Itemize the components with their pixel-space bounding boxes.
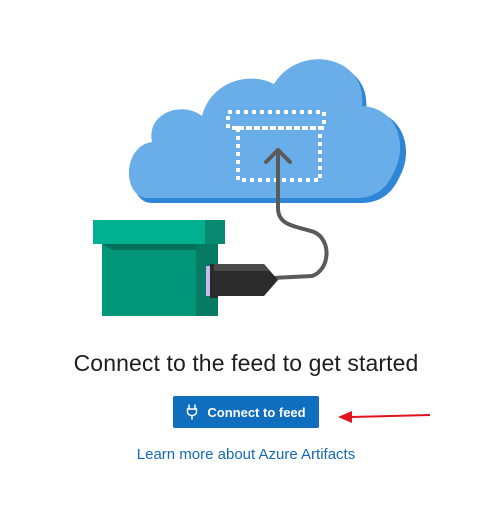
connect-to-feed-label: Connect to feed <box>207 404 306 420</box>
red-annotation-arrow-icon <box>338 411 431 423</box>
learn-more-azure-artifacts-link[interactable]: Learn more about Azure Artifacts <box>0 446 482 463</box>
empty-state-headline: Connect to the feed to get started <box>73 350 419 376</box>
package-icon <box>93 220 225 316</box>
artifacts-empty-state: Connect to the feed to get started Conne… <box>0 0 482 515</box>
connect-to-feed-button[interactable]: Connect to feed <box>173 396 319 428</box>
cloud-icon <box>128 59 407 203</box>
plug-icon <box>187 404 198 420</box>
connect-feed-illustration <box>93 59 407 316</box>
plug-connector-icon <box>206 264 278 298</box>
